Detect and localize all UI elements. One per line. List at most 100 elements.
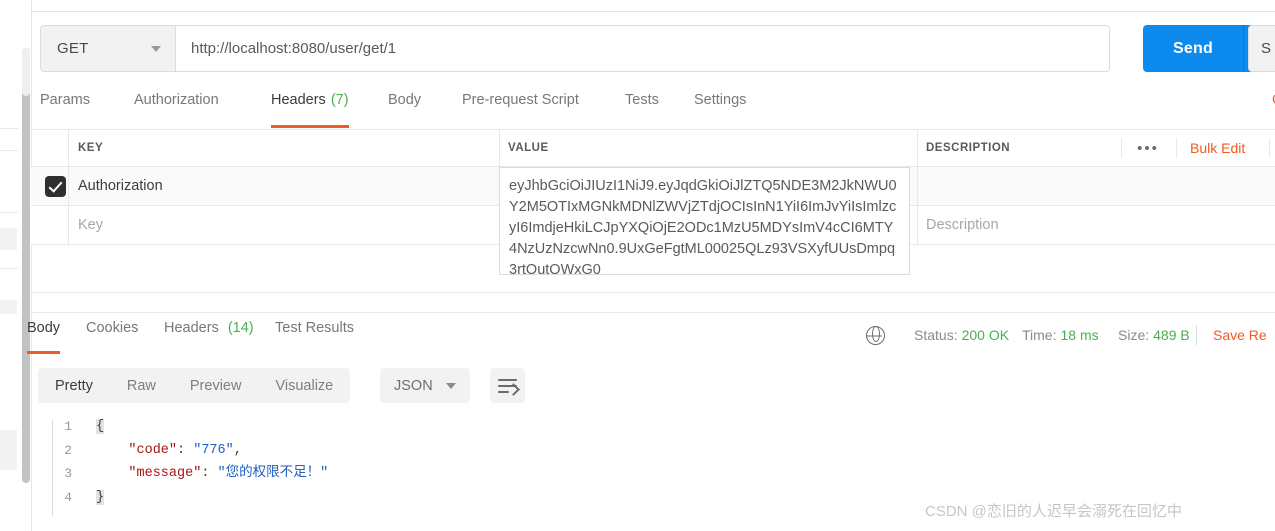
code-line: 1{: [38, 415, 1275, 439]
chevron-down-icon: [446, 382, 456, 389]
line-number: 1: [64, 419, 72, 434]
tab-label: Settings: [694, 92, 747, 108]
tab-headers[interactable]: Headers (7): [271, 90, 349, 128]
tab-label: Test Results: [275, 320, 354, 336]
response-tabs: Body Cookies Headers (14) Test Results: [22, 320, 442, 354]
line-number: 3: [64, 466, 72, 481]
column-header-key: KEY: [78, 142, 104, 154]
tab-count: (14): [227, 320, 254, 336]
scrollbar-thumb-highlight: [22, 48, 30, 96]
viewer-mode-segmented-control: Pretty Raw Preview Visualize: [38, 368, 351, 403]
bulk-edit-button[interactable]: Bulk Edit: [1190, 130, 1245, 166]
watermark: CSDN @恋旧的人迟早会溺死在回忆中: [925, 503, 1182, 520]
headers-table-header-row: KEY VALUE DESCRIPTION ••• Bulk Edit Pre: [31, 130, 1275, 167]
tab-label: Pre-request Script: [462, 92, 579, 108]
header-description-input-placeholder[interactable]: Description: [926, 206, 999, 244]
scrollbar-thumb[interactable]: [22, 48, 30, 483]
code-line-text: "code": "776",: [96, 439, 242, 463]
tab-label: Headers: [164, 320, 219, 336]
http-method-label: GET: [57, 40, 89, 57]
header-key-input[interactable]: Authorization: [78, 167, 163, 205]
code-line-text: "message": "您的权限不足！": [96, 462, 328, 486]
tab-label: Tests: [625, 92, 659, 108]
response-tab-body[interactable]: Body: [27, 320, 61, 354]
status-info: Status: 200 OK: [914, 327, 1009, 343]
size-label: Size:: [1118, 327, 1150, 343]
tab-label: Params: [40, 92, 90, 108]
header-value-input[interactable]: eyJhbGciOiJIUzI1NiJ9.eyJqdGkiOiJlZTQ5NDE…: [499, 167, 910, 275]
tab-label: Cookies: [86, 320, 139, 336]
left-vertical-scrollbar[interactable]: [22, 48, 30, 531]
status-label: Status:: [914, 327, 958, 343]
response-tab-cookies[interactable]: Cookies: [86, 320, 138, 354]
code-line: 3 "message": "您的权限不足！": [38, 462, 1275, 486]
tab-label: Authorization: [134, 92, 219, 108]
active-tab-indicator: [271, 125, 349, 128]
url-input[interactable]: http://localhost:8080/user/get/1: [176, 25, 1110, 72]
tab-authorization[interactable]: Authorization: [134, 90, 219, 128]
viewer-mode-visualize[interactable]: Visualize: [258, 368, 350, 403]
active-tab-indicator: [27, 351, 61, 354]
code-token: "776": [193, 442, 234, 458]
row-enabled-checkbox[interactable]: [45, 176, 66, 197]
column-header-value: VALUE: [508, 142, 549, 154]
column-header-description: DESCRIPTION: [926, 142, 1011, 154]
save-button-label: S: [1261, 40, 1272, 57]
chevron-down-icon: [151, 45, 161, 52]
meta-divider: [1196, 325, 1197, 345]
word-wrap-icon[interactable]: [490, 368, 525, 403]
response-format-selector[interactable]: JSON: [380, 368, 470, 403]
viewer-mode-pretty[interactable]: Pretty: [38, 368, 110, 403]
tab-label: Body: [388, 92, 422, 108]
headers-table: KEY VALUE DESCRIPTION ••• Bulk Edit Pre …: [31, 130, 1275, 275]
request-url-bar: GET http://localhost:8080/user/get/1 Sen…: [40, 25, 1275, 72]
top-divider: [31, 11, 1275, 12]
tab-label: Headers: [271, 92, 326, 108]
table-bottom-divider: [31, 292, 1275, 293]
code-token: :: [177, 442, 194, 458]
code-line-text: }: [96, 486, 105, 510]
time-value: 18 ms: [1060, 327, 1099, 343]
code-token: ,: [233, 442, 242, 458]
more-options-icon[interactable]: •••: [1128, 138, 1168, 158]
tab-label: Body: [27, 320, 61, 336]
response-tab-test-results[interactable]: Test Results: [275, 320, 354, 354]
tab-tests[interactable]: Tests: [625, 90, 659, 128]
status-value: 200 OK: [961, 327, 1010, 343]
line-number: 2: [64, 442, 72, 458]
response-section-divider: [31, 312, 1275, 313]
postman-request-response-pane: GET http://localhost:8080/user/get/1 Sen…: [0, 0, 1275, 531]
url-value: http://localhost:8080/user/get/1: [191, 40, 397, 57]
tab-pre-request-script[interactable]: Pre-request Script: [462, 90, 579, 128]
code-line-text: {: [96, 415, 105, 439]
time-info: Time: 18 ms: [1022, 327, 1099, 343]
viewer-mode-raw[interactable]: Raw: [110, 368, 173, 403]
save-button[interactable]: S: [1248, 25, 1275, 72]
time-label: Time:: [1022, 327, 1057, 343]
code-token: "message": [128, 466, 202, 481]
globe-icon[interactable]: [866, 326, 885, 345]
tab-params[interactable]: Params: [40, 90, 90, 128]
tab-count: (7): [330, 92, 349, 108]
tab-body[interactable]: Body: [388, 90, 421, 128]
save-response-button[interactable]: Save Re: [1213, 327, 1275, 343]
size-info: Size: 489 B: [1118, 327, 1190, 343]
tab-settings[interactable]: Settings: [694, 90, 746, 128]
code-line: 2 "code": "776",: [38, 439, 1275, 463]
code-token: "code": [128, 442, 178, 458]
code-token: {: [96, 419, 105, 434]
line-number: 4: [64, 489, 72, 505]
code-token: :: [201, 466, 218, 481]
http-method-selector[interactable]: GET: [40, 25, 176, 72]
send-button[interactable]: Send: [1143, 25, 1243, 72]
response-format-label: JSON: [394, 377, 433, 394]
response-tab-headers[interactable]: Headers (14): [164, 320, 254, 354]
code-token: "您的权限不足！": [217, 466, 329, 481]
header-key-input-placeholder[interactable]: Key: [78, 206, 103, 244]
request-tabs: Params Authorization Headers (7) Body Pr…: [31, 90, 1275, 128]
size-value: 489 B: [1153, 327, 1190, 343]
viewer-mode-preview[interactable]: Preview: [173, 368, 259, 403]
code-token: }: [96, 489, 105, 505]
